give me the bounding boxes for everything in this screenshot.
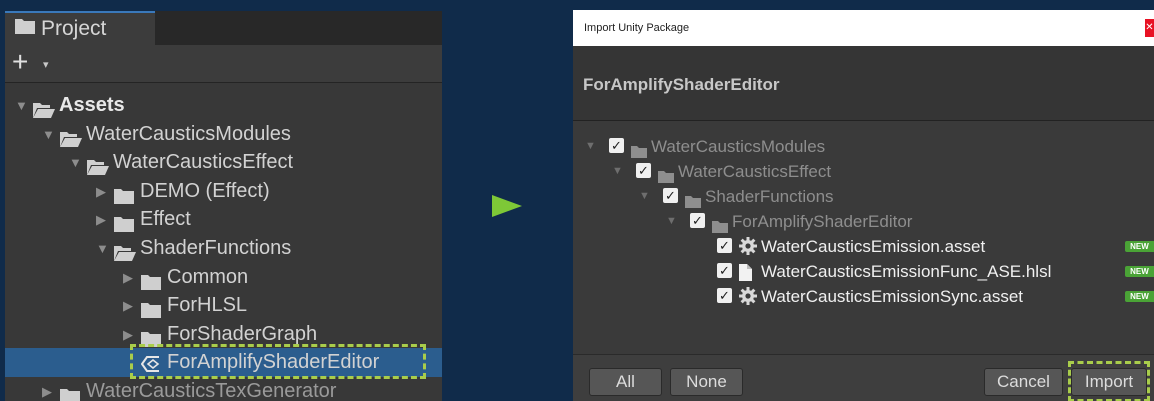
import-highlight-box — [1068, 361, 1150, 401]
new-badge: NEW — [1125, 266, 1154, 277]
expand-arrow-icon[interactable]: ▼ — [42, 120, 55, 149]
folder-icon — [15, 12, 35, 43]
include-checkbox[interactable]: ✓ — [609, 138, 624, 153]
dialog-title: Import Unity Package — [573, 10, 1154, 46]
package-item-label: WaterCausticsEmissionFunc_ASE.hlsl — [761, 262, 1052, 281]
add-button[interactable]: + — [12, 47, 28, 77]
project-tab-bar: Project — [5, 11, 442, 45]
tree-row[interactable]: ▼ ShaderFunctions — [5, 234, 442, 263]
collapse-arrow-icon[interactable]: ▶ — [123, 291, 133, 320]
expand-arrow-icon[interactable]: ▼ — [612, 159, 623, 184]
tree-row-label: ForHLSL — [167, 294, 248, 317]
expand-arrow-icon[interactable]: ▼ — [69, 148, 82, 177]
new-badge: NEW — [1125, 291, 1154, 302]
tree-row-label: WaterCausticsTexGenerator — [86, 380, 337, 401]
package-contents-list: ▼ ✓ WaterCausticsModules ▼ ✓ WaterCausticsEff… — [573, 121, 1154, 354]
package-item-row[interactable]: ✓ WaterCausticsEmissionFunc_ASE.hlsl NEW — [573, 259, 1154, 284]
package-item-row[interactable]: ▼ ✓ ForAmplifyShaderEditor — [573, 209, 1154, 234]
selection-highlight-box — [130, 344, 426, 379]
expand-arrow-icon[interactable]: ▼ — [585, 134, 596, 159]
tree-row-label: WaterCausticsEffect — [113, 151, 294, 174]
tree-row-label: DEMO (Effect) — [140, 179, 270, 202]
package-item-label: ForAmplifyShaderEditor — [732, 212, 913, 231]
new-badge: NEW — [1125, 241, 1154, 252]
package-item-label: WaterCausticsEffect — [678, 162, 832, 181]
play-arrow-icon — [492, 195, 522, 222]
tree-row-label: WaterCausticsModules — [86, 122, 291, 145]
tree-row-label: Common — [167, 265, 249, 288]
package-name: ForAmplifyShaderEditor — [573, 46, 1154, 121]
package-item-label: WaterCausticsEmissionSync.asset — [761, 287, 1024, 306]
expand-arrow-icon[interactable]: ▼ — [666, 209, 677, 234]
tree-row-label: Assets — [59, 94, 125, 116]
package-item-row[interactable]: ✓ WaterCausticsEmission.asset NEW — [573, 234, 1154, 259]
dialog-footer: All None Cancel Import — [573, 354, 1154, 401]
tab-project[interactable]: Project — [5, 11, 155, 45]
chevron-down-icon[interactable]: ▾ — [43, 58, 49, 71]
tree-row[interactable]: ▶ WaterCausticsTexGenerator — [5, 377, 442, 401]
package-item-label: WaterCausticsModules — [651, 137, 826, 156]
tree-row[interactable]: ▶ Effect — [5, 205, 442, 234]
tree-row[interactable]: ▼ WaterCausticsEffect — [5, 148, 442, 177]
tree-row[interactable]: ▼ Assets — [5, 91, 442, 120]
tree-row-label: ShaderFunctions — [140, 237, 292, 259]
none-button[interactable]: None — [670, 368, 743, 396]
tree-row[interactable]: ▶ DEMO (Effect) — [5, 177, 442, 206]
folder-icon — [60, 384, 80, 401]
include-checkbox[interactable]: ✓ — [717, 288, 732, 303]
include-checkbox[interactable]: ✓ — [636, 163, 651, 178]
cancel-button[interactable]: Cancel — [984, 368, 1063, 396]
tree-row[interactable]: ▶ ForHLSL — [5, 291, 442, 320]
package-item-row[interactable]: ▼ ✓ WaterCausticsModules — [573, 134, 1154, 159]
expand-arrow-icon[interactable]: ▼ — [96, 234, 109, 263]
package-item-label: ShaderFunctions — [705, 187, 834, 206]
package-item-label: WaterCausticsEmission.asset — [761, 237, 986, 256]
project-window: Project + ▾ ▼ Assets ▼ WaterCausticsModules… — [5, 11, 442, 401]
package-item-row[interactable]: ▼ ✓ WaterCausticsEffect — [573, 159, 1154, 184]
package-item-row[interactable]: ✓ WaterCausticsEmissionSync.asset NEW — [573, 284, 1154, 309]
close-button[interactable]: ✕ — [1145, 19, 1154, 37]
package-item-row[interactable]: ▼ ✓ ShaderFunctions — [573, 184, 1154, 209]
collapse-arrow-icon[interactable]: ▶ — [96, 177, 106, 206]
collapse-arrow-icon[interactable]: ▶ — [123, 263, 133, 292]
tree-row[interactable]: ▶ Common — [5, 263, 442, 292]
scriptable-asset-icon — [739, 287, 757, 312]
tree-row-label: Effect — [140, 208, 191, 231]
collapse-arrow-icon[interactable]: ▶ — [42, 377, 52, 401]
collapse-arrow-icon[interactable]: ▶ — [96, 205, 106, 234]
include-checkbox[interactable]: ✓ — [717, 263, 732, 278]
include-checkbox[interactable]: ✓ — [663, 188, 678, 203]
project-toolbar: + ▾ — [5, 45, 442, 83]
expand-arrow-icon[interactable]: ▼ — [15, 91, 28, 120]
include-checkbox[interactable]: ✓ — [690, 213, 705, 228]
expand-arrow-icon[interactable]: ▼ — [639, 184, 650, 209]
include-checkbox[interactable]: ✓ — [717, 238, 732, 253]
all-button[interactable]: All — [589, 368, 662, 396]
tab-project-label: Project — [41, 17, 107, 40]
tree-row[interactable]: ▼ WaterCausticsModules — [5, 120, 442, 149]
import-unity-package-dialog: Import Unity Package ✕ ForAmplifyShaderE… — [573, 10, 1154, 401]
